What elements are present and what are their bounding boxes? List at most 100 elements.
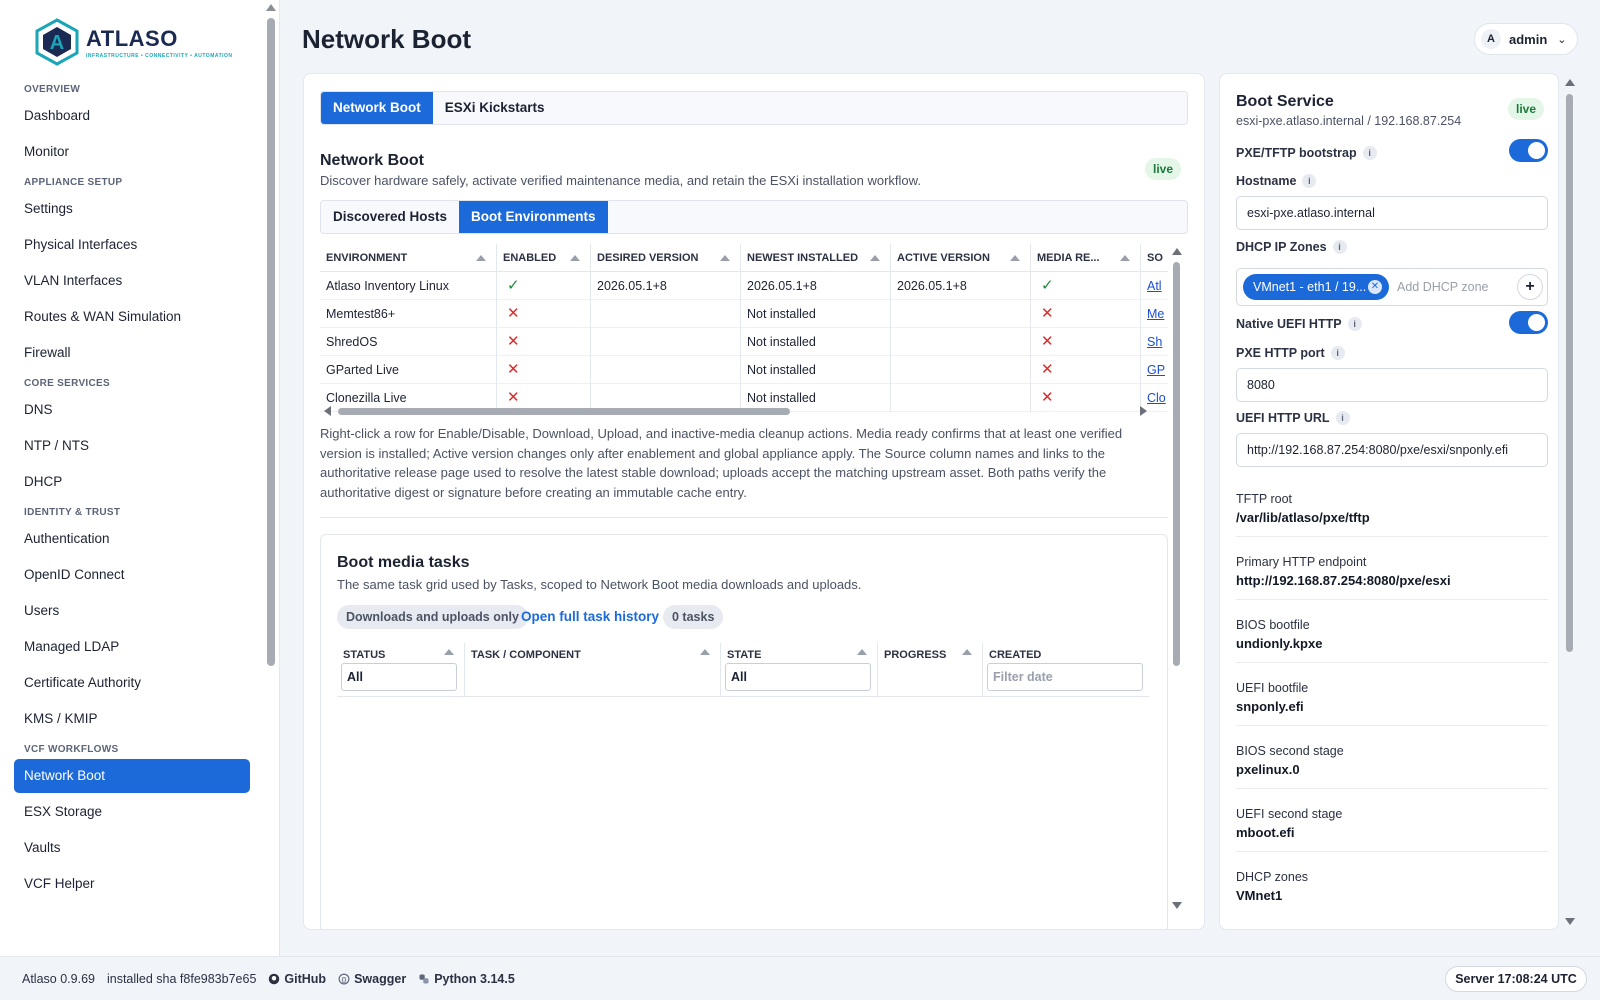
info-icon[interactable]: i: [1332, 240, 1347, 254]
table-horizontal-scrollbar[interactable]: [338, 408, 790, 415]
open-task-history-link[interactable]: Open full task history: [521, 609, 659, 624]
dhcp-zones-input[interactable]: VMnet1 - eth1 / 19... ✕ Add DHCP zone +: [1236, 268, 1548, 306]
cell-desired-version: 2026.05.1+8: [591, 271, 741, 300]
sidebar-item-managed-ldap[interactable]: Managed LDAP: [14, 630, 250, 664]
help-text: Right-click a row for Enable/Disable, Do…: [320, 426, 1123, 500]
sidebar-item-kms-kmip[interactable]: KMS / KMIP: [14, 702, 250, 736]
server-time-badge: Server 17:08:24 UTC: [1445, 966, 1587, 992]
sidebar-item-esx-storage[interactable]: ESX Storage: [14, 795, 250, 829]
column-header-status[interactable]: STATUS All: [337, 643, 465, 697]
column-header-active-version[interactable]: ACTIVE VERSION: [891, 244, 1031, 272]
logo[interactable]: A ATLASO INFRASTRUCTURE • CONNECTIVITY •…: [34, 18, 233, 66]
sidebar-item-authentication[interactable]: Authentication: [14, 522, 250, 556]
hostname-field[interactable]: esxi-pxe.atlaso.internal: [1236, 196, 1548, 230]
column-header-newest-installed[interactable]: NEWEST INSTALLED: [741, 244, 891, 272]
info-icon[interactable]: i: [1335, 411, 1350, 425]
pxe-bootstrap-toggle[interactable]: [1509, 139, 1548, 162]
table-row[interactable]: ShredOS ✕ Not installed ✕ Sh: [320, 327, 1168, 356]
sidebar: A ATLASO INFRASTRUCTURE • CONNECTIVITY •…: [0, 0, 280, 956]
table-row[interactable]: Atlaso Inventory Linux ✓ 2026.05.1+8 202…: [320, 271, 1168, 300]
status-filter-select[interactable]: All: [341, 663, 457, 691]
source-link[interactable]: Me: [1141, 300, 1168, 328]
nav-section-vcf-workflows: VCF WORKFLOWS: [24, 744, 119, 755]
uefi-http-label: Native UEFI HTTP i: [1236, 317, 1362, 331]
dhcp-zone-placeholder[interactable]: Add DHCP zone: [1397, 280, 1489, 294]
python-link[interactable]: Python 3.14.5: [418, 972, 515, 986]
sidebar-item-monitor[interactable]: Monitor: [14, 135, 250, 169]
scroll-down-arrow[interactable]: [1565, 918, 1575, 925]
dhcp-zone-chip[interactable]: VMnet1 - eth1 / 19... ✕: [1243, 274, 1389, 300]
status-badge: live: [1145, 158, 1182, 180]
installed-sha: installed sha f8fe983b7e65: [106, 971, 257, 986]
uefi-url-field[interactable]: http://192.168.87.254:8080/pxe/esxi/snpo…: [1236, 433, 1548, 467]
sidebar-item-dhcp[interactable]: DHCP: [14, 465, 250, 499]
sidebar-item-dns[interactable]: DNS: [14, 393, 250, 427]
sidebar-scroll-up-arrow[interactable]: [266, 4, 276, 11]
divider: [1236, 599, 1548, 600]
column-header-enabled[interactable]: ENABLED: [497, 244, 591, 272]
info-icon[interactable]: i: [1330, 346, 1345, 360]
tab-boot-environments[interactable]: Boot Environments: [459, 201, 608, 233]
python-icon: [419, 974, 429, 983]
sidebar-item-routes-wan[interactable]: Routes & WAN Simulation: [14, 300, 250, 334]
scroll-right-arrow[interactable]: [1140, 406, 1147, 416]
user-menu-button[interactable]: A admin ⌄: [1474, 23, 1578, 55]
scroll-left-arrow[interactable]: [324, 406, 331, 416]
column-header-environment[interactable]: ENVIRONMENT: [320, 244, 497, 272]
table-row[interactable]: Memtest86+ ✕ Not installed ✕ Me: [320, 299, 1168, 328]
github-link[interactable]: GitHub: [268, 972, 326, 986]
sidebar-item-vaults[interactable]: Vaults: [14, 831, 250, 865]
sidebar-item-physical-interfaces[interactable]: Physical Interfaces: [14, 228, 250, 262]
panel-vertical-scrollbar[interactable]: [1173, 262, 1180, 666]
source-link[interactable]: Sh: [1141, 328, 1168, 356]
sidebar-item-settings[interactable]: Settings: [14, 192, 250, 226]
hostname-label: Hostname i: [1236, 174, 1317, 188]
sidebar-item-vlan-interfaces[interactable]: VLAN Interfaces: [14, 264, 250, 298]
sidebar-item-users[interactable]: Users: [14, 594, 250, 628]
sidebar-item-dashboard[interactable]: Dashboard: [14, 99, 250, 133]
tab-esxi-kickstarts[interactable]: ESXi Kickstarts: [433, 92, 557, 124]
detail-http-endpoint: Primary HTTP endpoint http://192.168.87.…: [1236, 555, 1451, 588]
sort-arrow-icon: [870, 254, 880, 261]
tab-network-boot[interactable]: Network Boot: [321, 92, 433, 124]
info-icon[interactable]: i: [1362, 146, 1377, 160]
cell-newest-installed: Not installed: [741, 355, 891, 384]
http-port-field[interactable]: 8080: [1236, 368, 1548, 402]
scroll-up-arrow[interactable]: [1172, 248, 1182, 255]
add-dhcp-zone-button[interactable]: +: [1517, 274, 1543, 300]
nav-section-identity-trust: IDENTITY & TRUST: [24, 507, 121, 518]
column-header-task[interactable]: TASK / COMPONENT: [465, 643, 721, 697]
column-header-desired-version[interactable]: DESIRED VERSION: [591, 244, 741, 272]
info-icon[interactable]: i: [1302, 174, 1317, 188]
sidebar-item-openid-connect[interactable]: OpenID Connect: [14, 558, 250, 592]
column-header-progress[interactable]: PROGRESS: [878, 643, 983, 697]
cell-desired-version: [591, 327, 741, 356]
sidebar-item-ntp[interactable]: NTP / NTS: [14, 429, 250, 463]
state-filter-select[interactable]: All: [725, 663, 871, 691]
sidebar-item-certificate-authority[interactable]: Certificate Authority: [14, 666, 250, 700]
downloads-filter-pill[interactable]: Downloads and uploads only: [337, 605, 528, 629]
info-icon[interactable]: i: [1347, 317, 1362, 331]
nav-section-overview: OVERVIEW: [24, 84, 81, 95]
cross-icon: ✕: [497, 327, 591, 356]
sidebar-item-firewall[interactable]: Firewall: [14, 336, 250, 370]
swagger-link[interactable]: {} Swagger: [338, 972, 406, 986]
column-header-source[interactable]: SO: [1141, 244, 1168, 272]
sidebar-item-network-boot[interactable]: Network Boot: [14, 759, 250, 793]
uefi-http-toggle[interactable]: [1509, 311, 1548, 334]
source-link[interactable]: GP: [1141, 356, 1168, 384]
sidebar-scrollbar-thumb[interactable]: [267, 18, 275, 666]
source-link[interactable]: Atl: [1141, 272, 1168, 300]
scroll-up-arrow[interactable]: [1565, 79, 1575, 86]
column-header-state[interactable]: STATE All: [721, 643, 878, 697]
close-icon[interactable]: ✕: [1368, 280, 1382, 294]
column-header-media-ready[interactable]: MEDIA RE...: [1031, 244, 1141, 272]
column-header-created[interactable]: CREATED Filter date: [983, 643, 1149, 697]
cell-environment: ShredOS: [320, 327, 497, 356]
created-date-filter[interactable]: Filter date: [987, 663, 1143, 691]
sidebar-item-vcf-helper[interactable]: VCF Helper: [14, 867, 250, 901]
scroll-down-arrow[interactable]: [1172, 902, 1182, 909]
table-row[interactable]: GParted Live ✕ Not installed ✕ GP: [320, 355, 1168, 384]
tab-discovered-hosts[interactable]: Discovered Hosts: [321, 201, 459, 233]
right-panel-scrollbar[interactable]: [1566, 94, 1573, 652]
